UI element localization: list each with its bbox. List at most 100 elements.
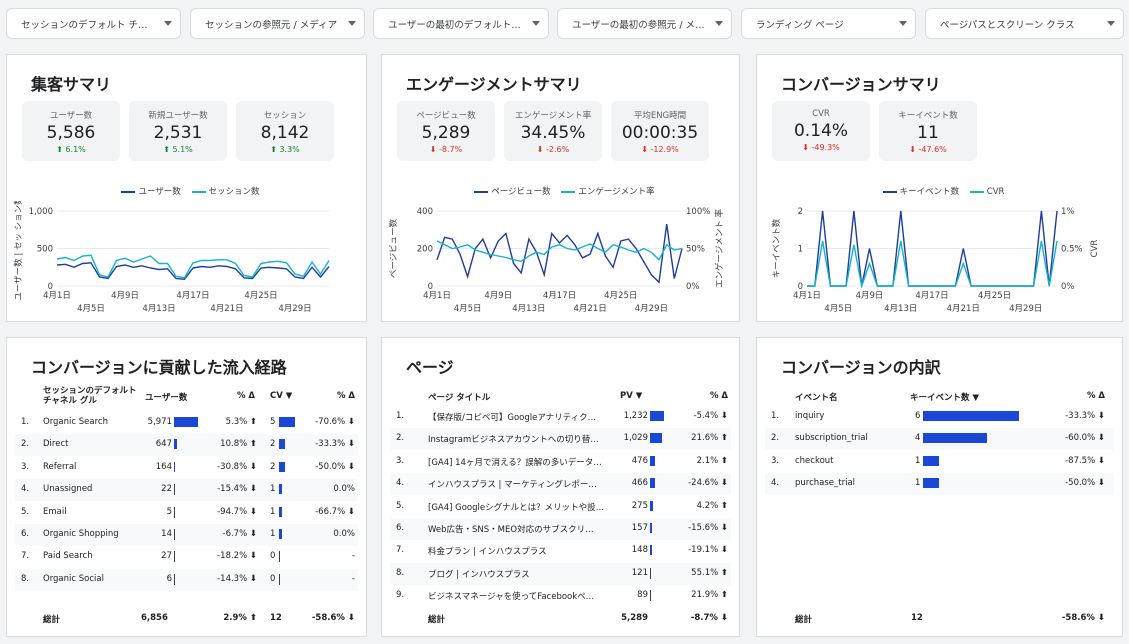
column-header-page-title[interactable]: ページ タイトル bbox=[428, 391, 490, 403]
column-header-pv[interactable]: PV ▼ bbox=[620, 391, 642, 401]
users-value: 6 bbox=[166, 573, 172, 584]
table-row[interactable]: 3. checkout 1 -87.5% ⬇ bbox=[765, 451, 1114, 473]
row-number: 8. bbox=[21, 573, 30, 584]
legend-label: エンゲージメント率 bbox=[578, 187, 655, 197]
cv-value: 2 bbox=[270, 439, 276, 450]
engagement-summary-panel: エンゲージメントサマリ ページビュー数 5,289 ⬇ -8.7% エンゲージメ… bbox=[381, 54, 740, 322]
row-number: 4. bbox=[21, 484, 30, 495]
users-bar bbox=[174, 551, 175, 563]
table-row[interactable]: 6. Web広告・SNS・MEO対応のサブスクリ… 157 -15.6% ⬇ bbox=[390, 518, 731, 540]
column-header-cv[interactable]: CV ▼ bbox=[270, 391, 292, 401]
y-tick-label: 200 bbox=[417, 245, 433, 255]
kpi-value: 0.14% bbox=[793, 121, 848, 141]
page-title: ブログ | インハウスプラス bbox=[428, 569, 530, 580]
pv-bar bbox=[650, 567, 651, 579]
kpi-value: 5,586 bbox=[46, 123, 96, 143]
key-events-delta: -87.5% ⬇ bbox=[1065, 455, 1105, 466]
table-row[interactable]: 8. ブログ | インハウスプラス 121 55.1% ⬆ bbox=[390, 562, 731, 585]
y-tick-label: 500 bbox=[37, 245, 53, 255]
column-header-cv-delta[interactable]: % Δ bbox=[315, 391, 355, 401]
kpi-value: 11 bbox=[917, 123, 939, 143]
filter-label: ユーザーの最初の参照元 / メデ… bbox=[572, 19, 707, 31]
filter-session-source-medium[interactable]: セッションの参照元 / メディア bbox=[190, 8, 365, 39]
series-line-エンゲージメント率 bbox=[436, 240, 683, 263]
table-row[interactable]: 2. subscription_trial 4 -60.0% ⬇ bbox=[765, 428, 1114, 451]
legend-swatch bbox=[191, 190, 206, 193]
filter-landing-page[interactable]: ランディング ページ bbox=[741, 8, 916, 39]
legend-swatch bbox=[882, 190, 897, 193]
table-row[interactable]: 4. purchase_trial 1 -50.0% ⬇ bbox=[765, 473, 1114, 496]
column-header-key-events-delta[interactable]: % Δ bbox=[1065, 391, 1105, 401]
table-row[interactable]: 7. Paid Search 27 -18.2% ⬇ 0- bbox=[15, 546, 358, 568]
kpi-value: 2,531 bbox=[153, 123, 203, 143]
kpi-card-sessions: セッション 8,142 ⬆ 3.3% bbox=[236, 101, 334, 161]
key-events-bar bbox=[923, 455, 939, 466]
row-number: 7. bbox=[21, 551, 30, 562]
filter-first-user-source-medium[interactable]: ユーザーの最初の参照元 / メデ… bbox=[557, 8, 732, 39]
column-header-users-delta[interactable]: % Δ bbox=[215, 391, 255, 401]
table-row[interactable]: 5. [GA4] Googleシグナルとは？メリットや設… 275 4.2% ⬆ bbox=[390, 496, 731, 518]
table-row[interactable]: 8. Organic Social 6 -14.3% ⬇ 0- bbox=[15, 568, 358, 591]
x-tick-label: 4月9日 bbox=[856, 291, 884, 301]
users-delta: -30.8% ⬇ bbox=[217, 461, 257, 472]
kpi-delta: ⬇ -49.3% bbox=[802, 143, 840, 152]
row-number: 2. bbox=[21, 439, 30, 450]
panel-title: ページ bbox=[406, 358, 454, 377]
table-row[interactable]: 6. Organic Shopping 14 -6.7% ⬇ 1 0.0% bbox=[15, 524, 358, 546]
table-row[interactable]: 1. 【保存版/コピペ可】Googleアナリティク… 1,232 -5.4% ⬇ bbox=[390, 406, 731, 428]
table-row[interactable]: 9. ビジネスマネージャを使ってFacebookペ… 89 21.9% ⬆ bbox=[390, 585, 731, 607]
table-row[interactable]: 5. Email 5 -94.7% ⬇ 1 -66.7% ⬇ bbox=[15, 502, 358, 524]
users-bar bbox=[174, 417, 198, 427]
table-row[interactable]: 3. [GA4] 14ヶ月で消える？誤解の多いデータ… 476 2.1% ⬆ bbox=[390, 451, 731, 473]
cv-value: 1 bbox=[270, 529, 276, 539]
kpi-value: 5,289 bbox=[421, 123, 471, 143]
table-row[interactable]: 2. Direct 647 10.8% ⬆ 2 -33.3% ⬇ bbox=[15, 434, 358, 457]
legend-swatch bbox=[121, 190, 136, 193]
column-header-event-name[interactable]: イベント名 bbox=[795, 391, 838, 403]
table-row[interactable]: 4. Unassigned 22 -15.4% ⬇ 1 0.0% bbox=[15, 479, 358, 502]
key-events-value: 6 bbox=[915, 411, 921, 421]
row-number: 6. bbox=[21, 529, 30, 539]
table-total-row: 総計 12 -58.6% ⬇ bbox=[765, 613, 1114, 635]
dropdown-caret-icon bbox=[1107, 21, 1115, 26]
total-users: 6,856 bbox=[141, 613, 168, 623]
dropdown-caret-icon bbox=[164, 21, 172, 26]
table-row[interactable]: 1. Organic Search 5,971 5.3% ⬆ 5 -70.6% ⬇ bbox=[15, 412, 358, 434]
table-row[interactable]: 4. インハウスプラス | マーケティングレポー… 466 -24.6% ⬇ bbox=[390, 473, 731, 496]
legend-swatch bbox=[969, 190, 984, 193]
users-delta: -94.7% ⬇ bbox=[217, 506, 257, 517]
filter-session-default-channel[interactable]: セッションのデフォルト チャ… bbox=[6, 8, 181, 39]
pv-delta: -24.6% ⬇ bbox=[688, 478, 728, 489]
kpi-label: 新規ユーザー数 bbox=[148, 111, 208, 121]
table-row[interactable]: 2. Instagramビジネスアカウントへの切り替… 1,029 21.6% ⬆ bbox=[390, 428, 731, 451]
users-bar bbox=[174, 484, 175, 496]
key-events-delta: -60.0% ⬇ bbox=[1065, 433, 1105, 444]
pageviews-engagement-line-chart: 4002000100%50%0%ページビュー数 エンゲージメント 率4月1日 4月9… bbox=[388, 207, 725, 314]
y-right-axis-label: エンゲージメント 率 bbox=[714, 208, 725, 288]
x-tick-label: 4月25日 bbox=[978, 291, 1011, 301]
column-header-users[interactable]: ユーザー数 bbox=[145, 391, 187, 403]
x-tick-label: 4月1日 bbox=[793, 291, 821, 301]
column-header-pv-delta[interactable]: % Δ bbox=[688, 391, 728, 401]
pv-value: 1,232 bbox=[623, 411, 648, 421]
column-header-key-events[interactable]: キーイベント数 ▼ bbox=[910, 391, 979, 403]
page-title: Instagramビジネスアカウントへの切り替… bbox=[428, 435, 599, 446]
table-row[interactable]: 7. 料金プラン | インハウスプラス 148 -19.1% ⬇ bbox=[390, 540, 731, 562]
x-tick-label: 4月29日 bbox=[635, 304, 668, 314]
page-panel: ページ ページ タイトル PV ▼ % Δ 1. 【保存版/コピペ可】Googleアナリ… bbox=[381, 337, 740, 637]
filter-first-user-default-channel[interactable]: ユーザーの最初のデフォルト… bbox=[373, 8, 549, 39]
table-row[interactable]: 1. inquiry 6 -33.3% ⬇ bbox=[765, 406, 1114, 428]
users-value: 27 bbox=[161, 551, 172, 562]
table-total-row: 総計 6,856 2.9% ⬆ 12 -58.6% ⬇ bbox=[15, 613, 358, 635]
cv-bar bbox=[279, 573, 280, 585]
table-row[interactable]: 3. Referral 164 -30.8% ⬇ 2 -50.0% ⬇ bbox=[15, 457, 358, 479]
users-value: 22 bbox=[161, 484, 172, 495]
cv-value: 2 bbox=[270, 461, 276, 472]
filter-page-path-screen-class[interactable]: ページパスとスクリーン クラス bbox=[925, 8, 1124, 39]
cv-delta: - bbox=[351, 551, 355, 562]
row-number: 9. bbox=[396, 590, 405, 601]
total-users-delta: 2.9% ⬆ bbox=[223, 613, 257, 623]
table-header: イベント名 キーイベント数 ▼ % Δ bbox=[765, 386, 1114, 408]
pv-bar bbox=[650, 545, 652, 556]
column-header-channel[interactable]: セッションのデフォルト チャネル グル bbox=[43, 386, 138, 406]
